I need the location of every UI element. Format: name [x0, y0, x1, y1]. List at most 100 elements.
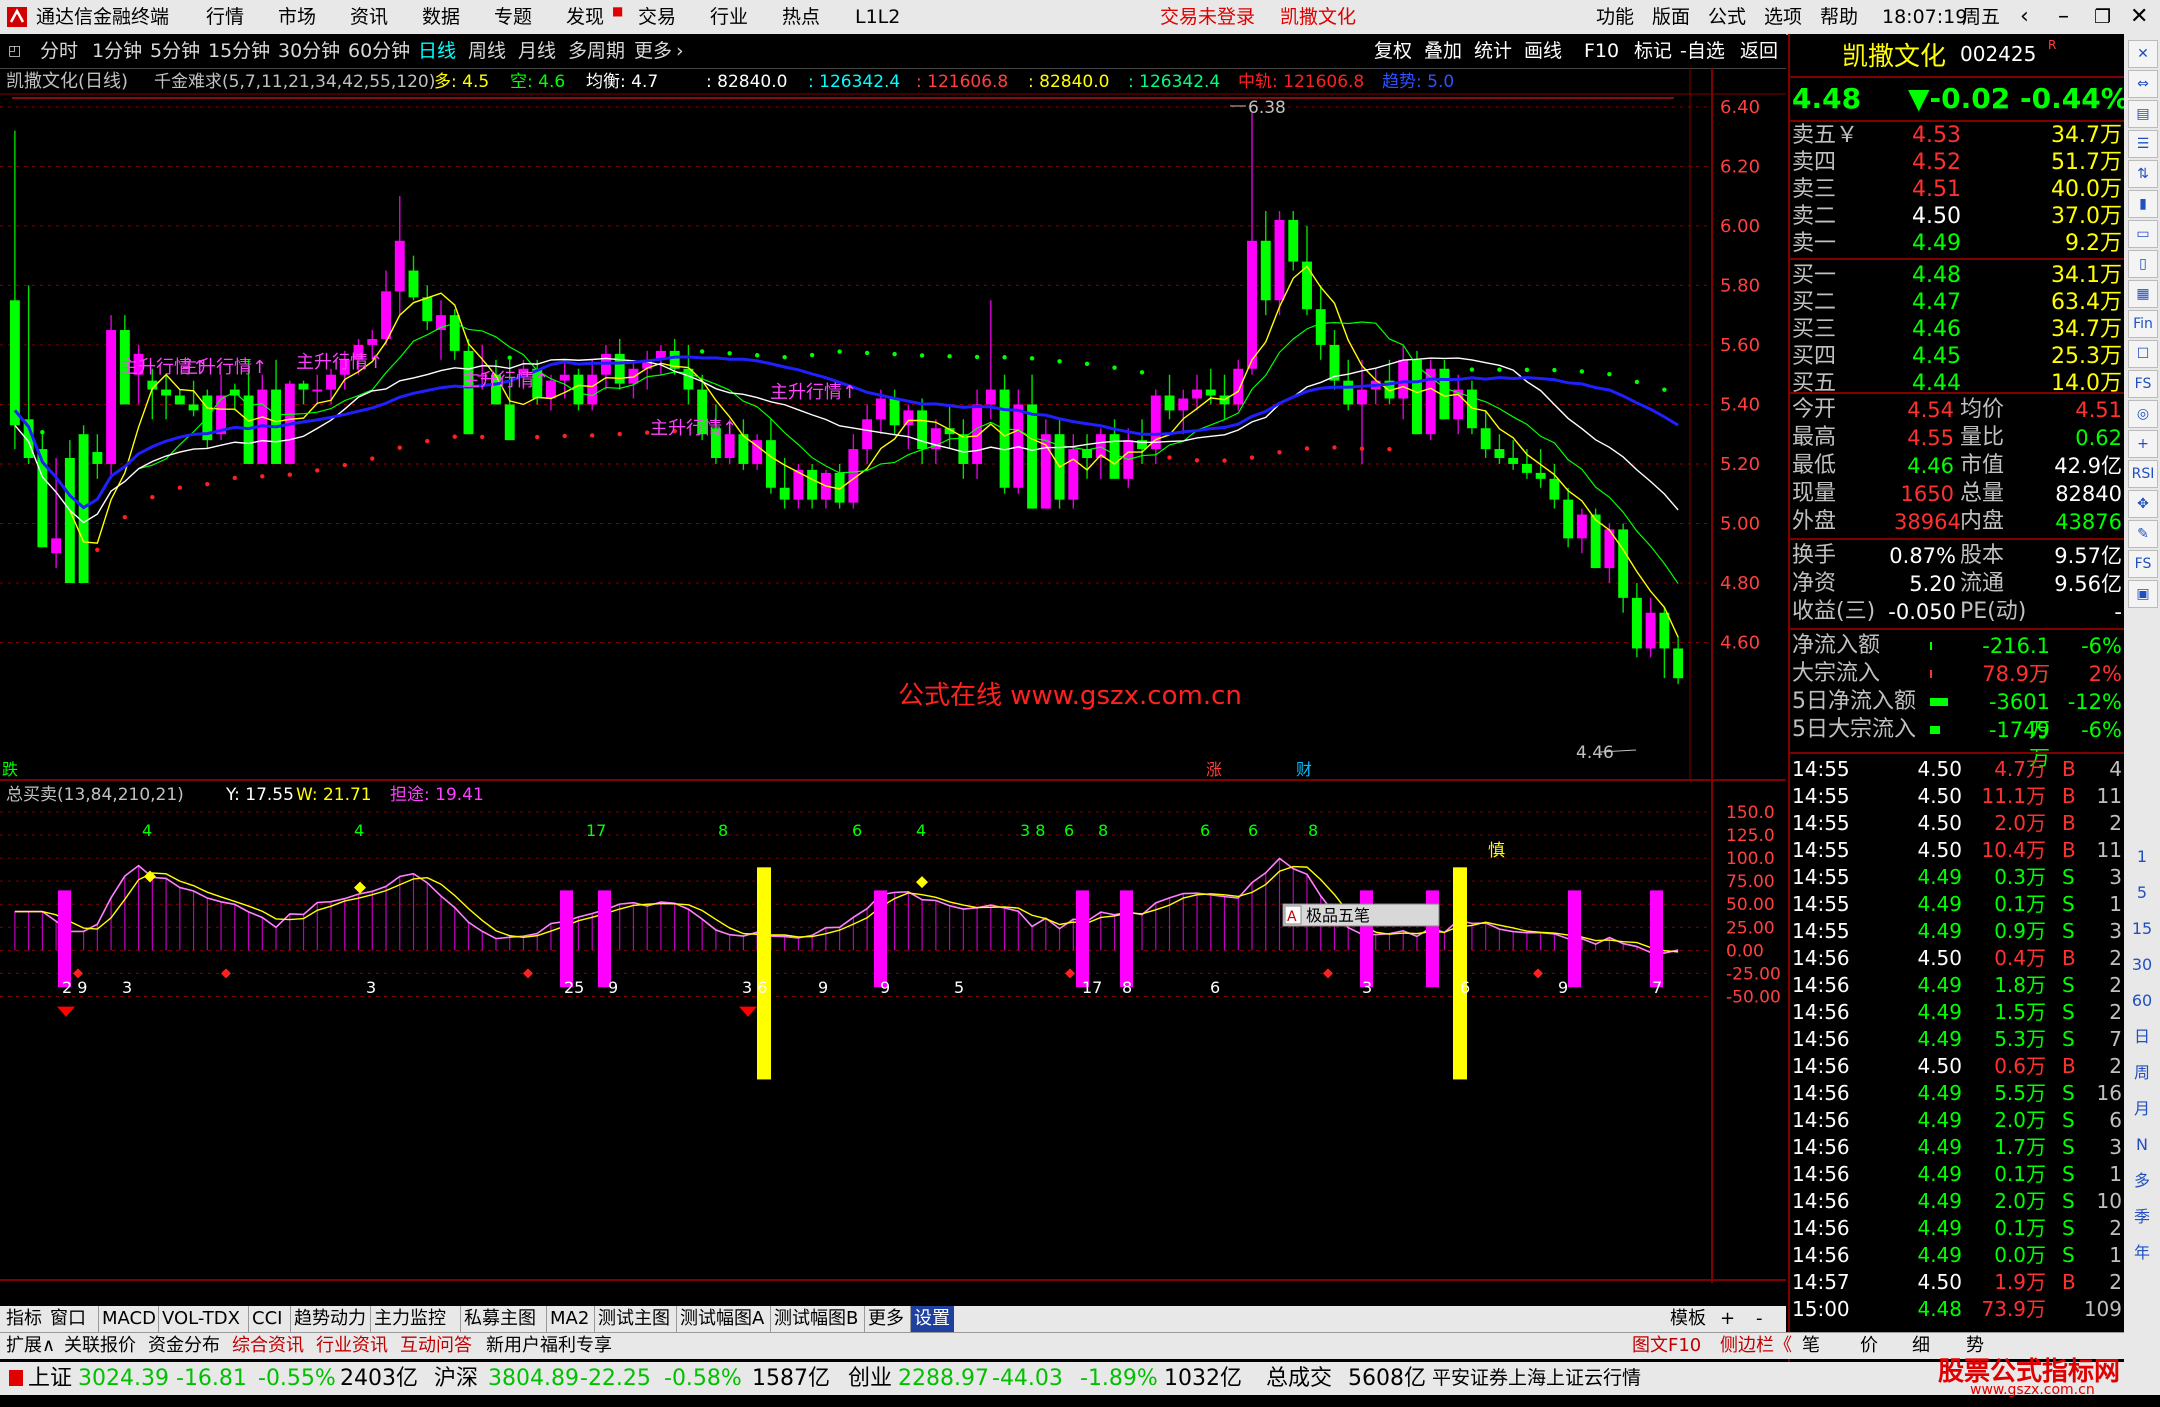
- back-icon[interactable]: ‹: [2020, 0, 2029, 34]
- indicator-tab[interactable]: 窗口: [50, 1306, 86, 1332]
- template-tab[interactable]: 模板: [1670, 1306, 1706, 1332]
- pen-icon[interactable]: ✎: [2128, 520, 2158, 548]
- grid-icon[interactable]: ▦: [2128, 280, 2158, 308]
- period-shortcut[interactable]: 15: [2128, 914, 2156, 944]
- period-tab-more[interactable]: 更多: [634, 34, 672, 68]
- period-shortcut[interactable]: 1: [2128, 842, 2156, 872]
- menu-item-topic[interactable]: 专题: [494, 0, 532, 34]
- stats-button[interactable]: 统计: [1474, 34, 1512, 68]
- period-shortcut[interactable]: 季: [2128, 1202, 2156, 1232]
- period-shortcut[interactable]: 多: [2128, 1166, 2156, 1196]
- collapse-icon[interactable]: ◰: [8, 34, 21, 68]
- menu-item-market[interactable]: 市场: [278, 0, 316, 34]
- period-tab-weekly[interactable]: 周线: [468, 34, 506, 68]
- period-tab-1min[interactable]: 1分钟: [92, 34, 142, 68]
- side-tab[interactable]: 细: [1912, 1333, 1930, 1359]
- indicator-tab[interactable]: 设置: [910, 1306, 954, 1332]
- period-shortcut[interactable]: N: [2128, 1130, 2156, 1160]
- ask-price[interactable]: 4.50: [1912, 203, 1961, 230]
- chevron-right-icon[interactable]: ›: [676, 34, 684, 68]
- nav-icon[interactable]: ⇔: [2128, 70, 2158, 98]
- period-shortcut[interactable]: 年: [2128, 1238, 2156, 1268]
- indicator-tab[interactable]: MACD: [98, 1306, 156, 1332]
- chart-icon[interactable]: ▤: [2128, 100, 2158, 128]
- indicator-tab[interactable]: VOL-TDX: [158, 1306, 240, 1332]
- period-tab-5min[interactable]: 5分钟: [150, 34, 200, 68]
- restore-icon[interactable]: ❐: [2094, 0, 2111, 34]
- side-tab[interactable]: 价: [1860, 1333, 1878, 1359]
- bid-price[interactable]: 4.48: [1912, 262, 1961, 289]
- plus-icon[interactable]: +: [2128, 430, 2158, 458]
- close-icon[interactable]: ✕: [2128, 40, 2158, 68]
- period-tab-multi[interactable]: 多周期: [568, 34, 625, 68]
- rsi-icon[interactable]: RSI: [2128, 460, 2158, 488]
- indicator-tab[interactable]: 测试幅图A: [676, 1306, 764, 1332]
- indicator-tab[interactable]: 更多: [864, 1306, 904, 1332]
- extension-tab[interactable]: 互动问答: [400, 1333, 472, 1359]
- mark-button[interactable]: 标记: [1634, 34, 1672, 68]
- ask-price[interactable]: 4.53: [1912, 122, 1961, 149]
- login-status[interactable]: 交易未登录: [1160, 0, 1255, 34]
- ask-price[interactable]: 4.52: [1912, 149, 1961, 176]
- template-tab[interactable]: +: [1720, 1306, 1735, 1332]
- fuquan-button[interactable]: 复权: [1374, 34, 1412, 68]
- indicator-tab[interactable]: 主力监控: [370, 1306, 446, 1332]
- menu-item-industry[interactable]: 行业: [710, 0, 748, 34]
- fs-icon[interactable]: FS: [2128, 370, 2158, 398]
- move-icon[interactable]: ✥: [2128, 490, 2158, 518]
- indicator-tab[interactable]: 指标: [6, 1306, 42, 1332]
- period-shortcut[interactable]: 周: [2128, 1058, 2156, 1088]
- indicator-tab[interactable]: 私募主图: [460, 1306, 536, 1332]
- template-tab[interactable]: -: [1756, 1306, 1763, 1332]
- line-icon[interactable]: ▭: [2128, 220, 2158, 248]
- overlay-button[interactable]: 叠加: [1424, 34, 1462, 68]
- extension-tab[interactable]: 关联报价: [64, 1333, 136, 1359]
- extension-tab[interactable]: 综合资讯: [232, 1333, 304, 1359]
- bars-icon[interactable]: ▮: [2128, 190, 2158, 218]
- extension-tab[interactable]: 行业资讯: [316, 1333, 388, 1359]
- hs-index-name[interactable]: 沪深: [434, 1362, 478, 1395]
- watchlist-button[interactable]: -自选: [1680, 34, 1725, 68]
- menu-item-hot[interactable]: 热点: [782, 0, 820, 34]
- sh-index-name[interactable]: 上证: [28, 1362, 72, 1395]
- cy-index-name[interactable]: 创业: [848, 1362, 892, 1395]
- period-shortcut[interactable]: 60: [2128, 986, 2156, 1016]
- compare-icon[interactable]: ⇅: [2128, 160, 2158, 188]
- f10-button[interactable]: F10: [1584, 34, 1619, 68]
- indicator-tab[interactable]: CCI: [248, 1306, 282, 1332]
- fs2-icon[interactable]: FS: [2128, 550, 2158, 578]
- ask-price[interactable]: 4.49: [1912, 230, 1961, 257]
- period-shortcut[interactable]: 5: [2128, 878, 2156, 908]
- circle-icon[interactable]: ◎: [2128, 400, 2158, 428]
- indicator-tab[interactable]: 测试幅图B: [770, 1306, 858, 1332]
- doc-icon[interactable]: ☐: [2128, 340, 2158, 368]
- period-tab-30min[interactable]: 30分钟: [278, 34, 340, 68]
- list-icon[interactable]: ☰: [2128, 130, 2158, 158]
- draw-button[interactable]: 画线: [1524, 34, 1562, 68]
- menu-item-formula[interactable]: 公式: [1708, 0, 1746, 34]
- menu-item-layout[interactable]: 版面: [1652, 0, 1690, 34]
- side-tab[interactable]: 侧边栏《: [1720, 1333, 1792, 1359]
- fin-icon[interactable]: Fin: [2128, 310, 2158, 338]
- period-shortcut[interactable]: 月: [2128, 1094, 2156, 1124]
- menu-item-options[interactable]: 选项: [1764, 0, 1802, 34]
- bid-price[interactable]: 4.47: [1912, 289, 1961, 316]
- extension-tab[interactable]: 新用户福利专享: [486, 1333, 612, 1359]
- period-shortcut[interactable]: 日: [2128, 1022, 2156, 1052]
- indicator-tab[interactable]: 趋势动力: [290, 1306, 366, 1332]
- candle-icon[interactable]: ▯: [2128, 250, 2158, 278]
- ask-price[interactable]: 4.51: [1912, 176, 1961, 203]
- close-icon[interactable]: ✕: [2130, 0, 2148, 34]
- period-tab-monthly[interactable]: 月线: [518, 34, 556, 68]
- menu-item-help[interactable]: 帮助: [1820, 0, 1858, 34]
- tick-list[interactable]: 14:55 4.50 4.7万 B 4 14:55 4.50 11.1万 B 11 14:55 4.5…: [1790, 752, 2126, 1332]
- menu-item-data[interactable]: 数据: [422, 0, 460, 34]
- indicator-tab[interactable]: MA2: [546, 1306, 589, 1332]
- period-tab-60min[interactable]: 60分钟: [348, 34, 410, 68]
- period-tab-fenshi[interactable]: 分时: [40, 34, 78, 68]
- menu-item-l1l2[interactable]: L1L2: [855, 0, 900, 34]
- menu-item-quotes[interactable]: 行情: [206, 0, 244, 34]
- extension-tab[interactable]: 资金分布: [148, 1333, 220, 1359]
- side-tab[interactable]: 图文F10: [1632, 1333, 1701, 1359]
- menu-item-news[interactable]: 资讯: [350, 0, 388, 34]
